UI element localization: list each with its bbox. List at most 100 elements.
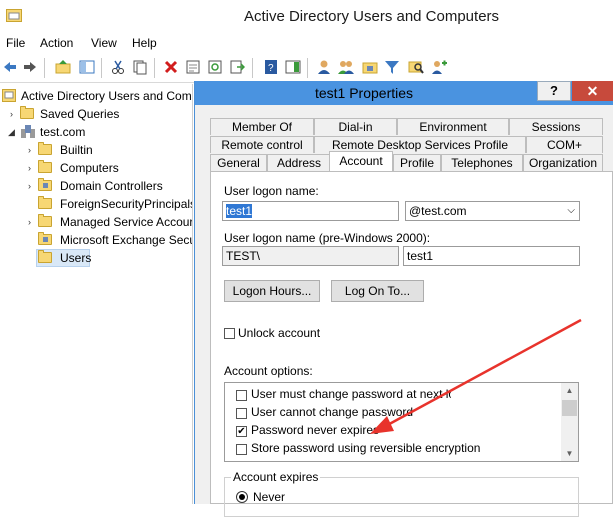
scroll-down-icon[interactable]: ▼ [561, 446, 578, 461]
tree-item-domain-controllers[interactable]: › Domain Controllers [28, 178, 192, 196]
dialog-title: test1 Properties [314, 85, 414, 101]
toolbar-separator [252, 58, 253, 78]
help-book-icon[interactable]: ? [263, 59, 279, 75]
menu-view[interactable]: View [91, 36, 117, 50]
ou-folder-icon [38, 232, 52, 245]
option-label: Store password using reversible encrypti… [251, 441, 481, 455]
collapse-arrow-icon[interactable]: ◢ [8, 127, 15, 138]
new-user-icon[interactable] [316, 59, 332, 75]
forward-arrow-icon[interactable] [22, 59, 38, 75]
folder-icon [38, 196, 52, 209]
tab-remote-control[interactable]: Remote control [210, 136, 314, 153]
option-checkbox[interactable] [236, 408, 247, 419]
cut-icon[interactable] [110, 59, 126, 75]
tab-dial-in[interactable]: Dial-in [314, 118, 397, 135]
tab-environment[interactable]: Environment [397, 118, 509, 135]
tree-label: Builtin [60, 143, 93, 157]
account-options-label: Account options: [224, 364, 313, 378]
tree-item-foreign-security-principals[interactable]: ForeignSecurityPrincipals [38, 196, 192, 214]
tree-item-users[interactable]: Users [36, 249, 91, 267]
toolbar-separator [307, 58, 308, 78]
up-folder-icon[interactable] [55, 59, 71, 75]
show-hide-tree-icon[interactable] [79, 59, 95, 75]
log-on-to-button[interactable]: Log On To... [331, 280, 424, 302]
chevron-down-icon[interactable]: ⌵ [567, 202, 575, 220]
menu-file[interactable]: File [6, 36, 25, 50]
new-ou-icon[interactable] [362, 59, 378, 75]
upn-suffix-value: @test.com [409, 204, 467, 218]
domain-icon [20, 124, 36, 139]
tab-member-of[interactable]: Member Of [210, 118, 314, 135]
properties-icon[interactable] [185, 59, 201, 75]
tree-label: Computers [60, 161, 119, 175]
tab-address[interactable]: Address [267, 154, 331, 171]
toolbar-separator [101, 58, 102, 78]
delete-icon[interactable] [163, 59, 179, 75]
close-button[interactable]: ✕ [572, 81, 613, 101]
toolbar-separator [154, 58, 155, 78]
option-checkbox[interactable] [236, 444, 247, 455]
tree-label: test.com [40, 125, 86, 139]
find-icon[interactable] [408, 59, 424, 75]
menu-help[interactable]: Help [132, 36, 157, 50]
tree-item-computers[interactable]: › Computers [28, 160, 192, 178]
tree-label: ForeignSecurityPrincipals [60, 197, 192, 211]
expand-arrow-icon[interactable]: › [10, 109, 13, 119]
pre2000-name-input[interactable]: test1 [403, 246, 580, 266]
tree-label: Managed Service Accour [60, 215, 192, 229]
tree-item-managed-service-accounts[interactable]: › Managed Service Accour [28, 214, 192, 232]
expand-arrow-icon[interactable]: › [28, 163, 31, 173]
tab-profile[interactable]: Profile [393, 154, 441, 171]
tree-item-domain[interactable]: ◢ test.com [8, 124, 192, 142]
expand-arrow-icon[interactable]: › [28, 217, 31, 227]
tree-item-microsoft-exchange-security[interactable]: Microsoft Exchange Secu [38, 232, 192, 250]
refresh-icon[interactable] [207, 59, 223, 75]
tree-item-root[interactable]: Active Directory Users and Com [2, 88, 192, 106]
tab-general[interactable]: General [210, 154, 267, 171]
expand-arrow-icon[interactable]: › [28, 145, 31, 155]
pre2000-domain-field: TEST\ [222, 246, 399, 266]
unlock-account-checkbox[interactable] [224, 328, 235, 339]
menu-bar: File Action View Help [0, 33, 613, 53]
unlock-account-label: Unlock account [238, 326, 321, 340]
directory-book-icon [2, 89, 16, 102]
logon-name-value: test1 [226, 204, 253, 218]
help-button[interactable]: ? [537, 81, 571, 101]
folder-icon [20, 106, 34, 119]
tree-label: Domain Controllers [60, 179, 163, 193]
folder-icon [38, 160, 52, 173]
tab-sessions[interactable]: Sessions [509, 118, 603, 135]
logon-hours-button[interactable]: Logon Hours... [224, 280, 320, 302]
never-radio[interactable] [236, 491, 248, 503]
tab-organization[interactable]: Organization [523, 154, 603, 171]
menu-action[interactable]: Action [40, 36, 73, 50]
upn-suffix-select[interactable]: @test.com ⌵ [405, 201, 580, 221]
option-checkbox-checked[interactable]: ✔ [236, 426, 247, 437]
filter-icon[interactable] [384, 59, 400, 75]
expand-arrow-icon[interactable]: › [28, 181, 31, 191]
tab-account[interactable]: Account [329, 151, 393, 171]
logon-name-label: User logon name: [224, 184, 319, 198]
tab-telephones[interactable]: Telephones [441, 154, 523, 171]
new-group-icon[interactable] [338, 59, 354, 75]
tree-label: Microsoft Exchange Secu [60, 233, 192, 247]
never-label: Never [253, 490, 286, 504]
ou-folder-icon [38, 178, 52, 191]
tab-com-plus[interactable]: COM+ [526, 136, 603, 153]
toolbar-separator [44, 58, 45, 78]
option-checkbox[interactable] [236, 390, 247, 401]
back-arrow-icon[interactable] [2, 59, 18, 75]
toolbar: ? [0, 54, 613, 83]
window-title: Active Directory Users and Computers [243, 8, 500, 25]
tree-item-builtin[interactable]: › Builtin [28, 142, 192, 160]
copy-icon[interactable] [132, 59, 148, 75]
logon-name-input[interactable]: test1 [222, 201, 399, 221]
tree-label: Saved Queries [40, 107, 120, 121]
svg-text:?: ? [268, 63, 274, 74]
tree-item-saved-queries[interactable]: › Saved Queries [10, 106, 192, 124]
add-to-group-icon[interactable] [431, 59, 447, 75]
export-list-icon[interactable] [229, 59, 246, 75]
action-pane-icon[interactable] [285, 59, 301, 75]
tree-label: Active Directory Users and Com [21, 89, 192, 103]
account-expires-label: Account expires [231, 470, 321, 484]
